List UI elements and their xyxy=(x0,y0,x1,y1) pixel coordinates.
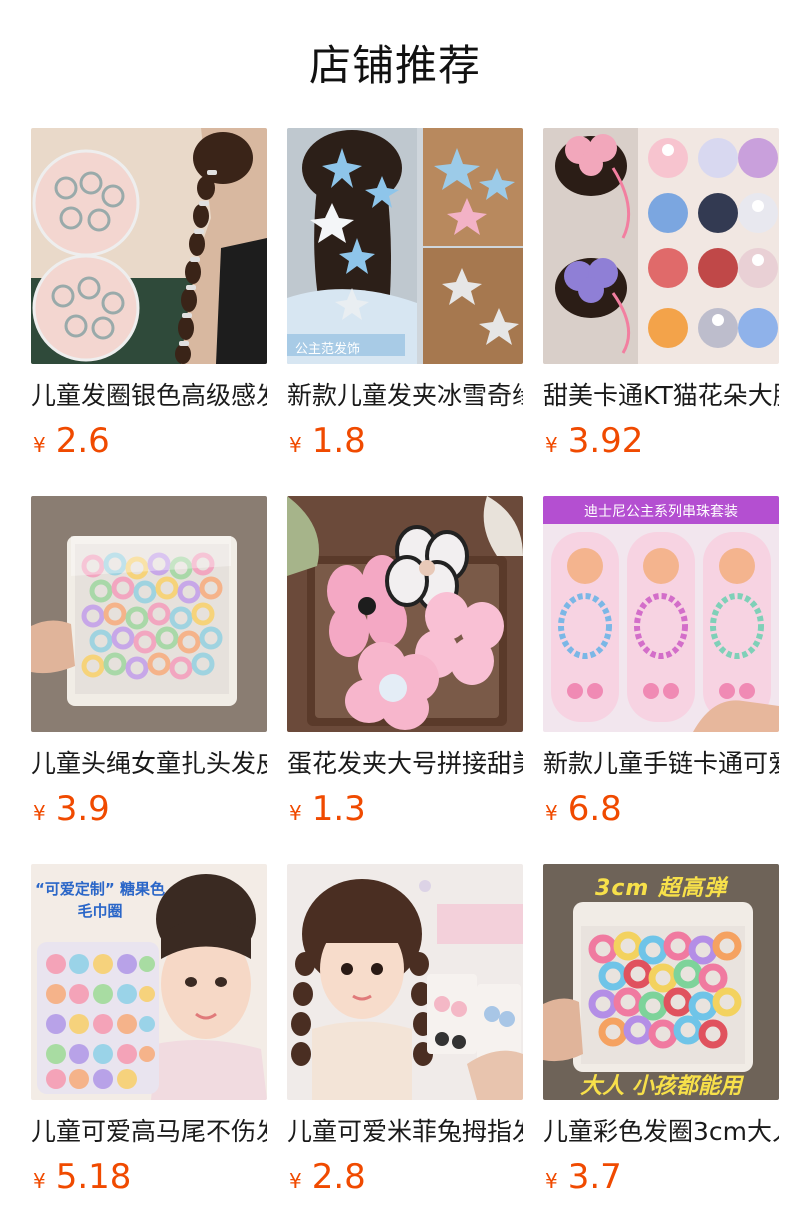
currency-symbol: ¥ xyxy=(33,1169,46,1193)
product-name[interactable]: 儿童彩色发圈3cm大人小孩 xyxy=(543,1114,779,1150)
product-image[interactable]: 公主范发饰 xyxy=(287,128,523,364)
image-caption: 公主范发饰 xyxy=(295,342,361,357)
price-row: ¥ 5.18 xyxy=(31,1154,267,1200)
price-row: ¥ 1.8 xyxy=(287,418,523,464)
currency-symbol: ¥ xyxy=(289,1169,302,1193)
product-card[interactable]: 3cm 超高弹 大人 小孩都能用 儿童彩色发圈3cm大人小孩 ¥ 3.7 xyxy=(543,864,779,1232)
product-name[interactable]: 甜美卡通KT猫花朵大肠发圈 xyxy=(543,378,779,414)
price-row: ¥ 3.92 xyxy=(543,418,779,464)
currency-symbol: ¥ xyxy=(545,801,558,825)
image-caption: “可爱定制” 糖果色毛巾圈 xyxy=(35,880,165,920)
product-card[interactable]: 儿童头绳女童扎头发皮筋 ¥ 3.9 xyxy=(31,496,267,864)
product-name[interactable]: 儿童发圈银色高级感发绳 xyxy=(31,378,267,414)
product-grid: 儿童发圈银色高级感发绳 ¥ 2.6 xyxy=(31,128,790,1232)
product-price: 3.92 xyxy=(567,421,644,461)
currency-symbol: ¥ xyxy=(545,433,558,457)
price-row: ¥ 2.8 xyxy=(287,1154,523,1200)
product-card[interactable]: 蛋花发夹大号拼接甜美抓夹 ¥ 1.3 xyxy=(287,496,523,864)
product-card[interactable]: 公主范发饰 新款儿童发夹冰雪奇缘发饰 ¥ 1.8 xyxy=(287,128,523,496)
product-price: 2.6 xyxy=(55,421,110,461)
image-caption: 迪士尼公主系列串珠套装 xyxy=(584,504,738,520)
currency-symbol: ¥ xyxy=(33,801,46,825)
page-title: 店铺推荐 xyxy=(308,41,481,90)
product-name[interactable]: 儿童头绳女童扎头发皮筋 xyxy=(31,746,267,782)
product-card[interactable]: 儿童发圈银色高级感发绳 ¥ 2.6 xyxy=(31,128,267,496)
product-price: 6.8 xyxy=(567,789,622,829)
product-name[interactable]: 儿童可爱高马尾不伤发发圈 xyxy=(31,1114,267,1150)
product-price: 3.9 xyxy=(55,789,110,829)
product-card[interactable]: 儿童可爱米菲兔拇指发夹 ¥ 2.8 xyxy=(287,864,523,1232)
currency-symbol: ¥ xyxy=(289,801,302,825)
product-image[interactable] xyxy=(543,128,779,364)
price-row: ¥ 3.7 xyxy=(543,1154,779,1200)
price-row: ¥ 3.9 xyxy=(31,786,267,832)
price-row: ¥ 2.6 xyxy=(31,418,267,464)
product-name[interactable]: 蛋花发夹大号拼接甜美抓夹 xyxy=(287,746,523,782)
product-image[interactable]: 迪士尼公主系列串珠套装 xyxy=(543,496,779,732)
product-name[interactable]: 新款儿童手链卡通可爱串珠 xyxy=(543,746,779,782)
currency-symbol: ¥ xyxy=(545,1169,558,1193)
product-image[interactable] xyxy=(31,128,267,364)
product-image[interactable] xyxy=(287,496,523,732)
product-price: 5.18 xyxy=(55,1157,132,1197)
product-image[interactable]: 3cm 超高弹 大人 小孩都能用 xyxy=(543,864,779,1100)
currency-symbol: ¥ xyxy=(289,433,302,457)
price-row: ¥ 1.3 xyxy=(287,786,523,832)
price-row: ¥ 6.8 xyxy=(543,786,779,832)
product-card[interactable]: “可爱定制” 糖果色毛巾圈 儿童可爱高马尾不伤发发圈 ¥ 5.18 xyxy=(31,864,267,1232)
product-image[interactable]: “可爱定制” 糖果色毛巾圈 xyxy=(31,864,267,1100)
product-card[interactable]: 迪士尼公主系列串珠套装 新款儿童手链卡通可爱串珠 ¥ 6.8 xyxy=(543,496,779,864)
image-caption-top: 3cm 超高弹 xyxy=(595,876,727,901)
image-caption-bottom: 大人 小孩都能用 xyxy=(580,1074,742,1099)
product-name[interactable]: 儿童可爱米菲兔拇指发夹 xyxy=(287,1114,523,1150)
product-price: 1.8 xyxy=(311,421,366,461)
product-image[interactable] xyxy=(31,496,267,732)
product-image[interactable] xyxy=(287,864,523,1100)
currency-symbol: ¥ xyxy=(33,433,46,457)
product-price: 1.3 xyxy=(311,789,366,829)
product-name[interactable]: 新款儿童发夹冰雪奇缘发饰 xyxy=(287,378,523,414)
product-price: 3.7 xyxy=(567,1157,622,1197)
product-price: 2.8 xyxy=(311,1157,366,1197)
product-card[interactable]: 甜美卡通KT猫花朵大肠发圈 ¥ 3.92 xyxy=(543,128,779,496)
